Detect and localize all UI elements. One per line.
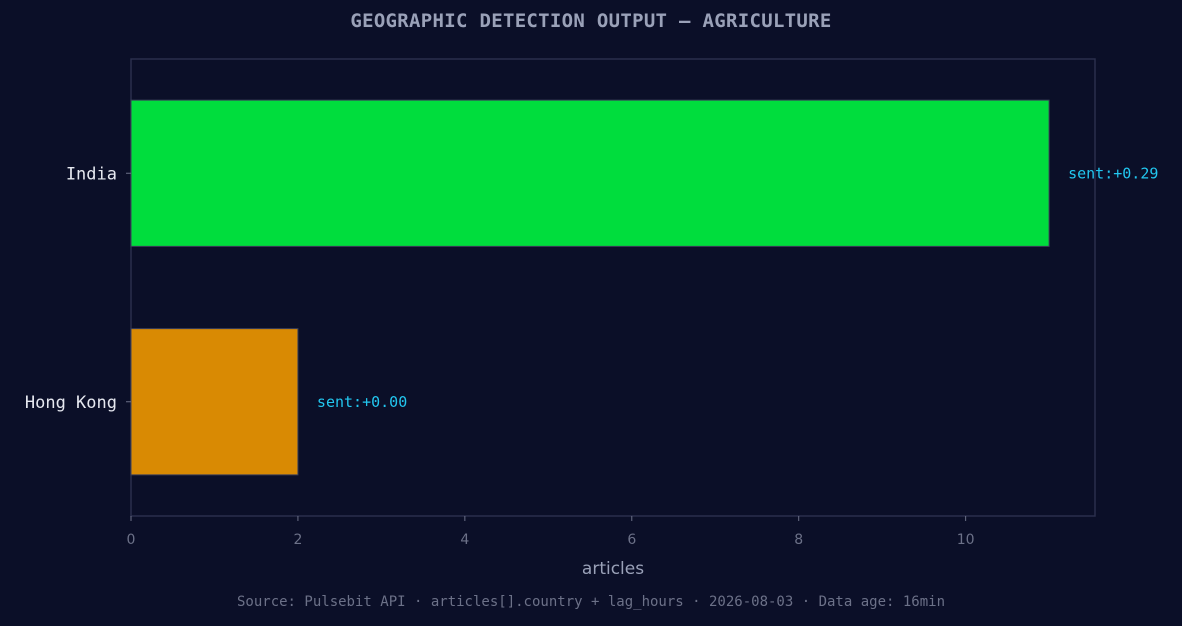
bar-hong-kong	[130, 328, 299, 476]
bars-layer: sent:+0.29 sent:+0.00	[130, 99, 1158, 476]
x-tick-label: 0	[127, 532, 136, 548]
x-axis-label: articles	[582, 559, 644, 579]
x-tick-label: 10	[957, 532, 975, 548]
x-tick-label: 8	[794, 532, 803, 548]
bar-data-label: sent:+0.29	[1068, 164, 1158, 182]
bar-india	[130, 99, 1050, 247]
x-tick-label: 6	[627, 532, 636, 548]
x-tick-label: 4	[460, 532, 469, 548]
x-axis-ticks: 0 2 4 6 8 10	[127, 516, 975, 548]
y-tick-label: Hong Kong	[25, 393, 117, 413]
x-tick-label: 2	[293, 532, 302, 548]
y-tick-label: India	[66, 164, 117, 184]
bar-chart: sent:+0.29 sent:+0.00 0 2 4 6 8 10 India Hong K…	[25, 58, 1158, 579]
bar-data-label: sent:+0.00	[317, 393, 407, 411]
y-axis-ticks: India Hong Kong	[25, 164, 131, 413]
source-footer: Source: Pulsebit API · articles[].countr…	[236, 594, 945, 610]
